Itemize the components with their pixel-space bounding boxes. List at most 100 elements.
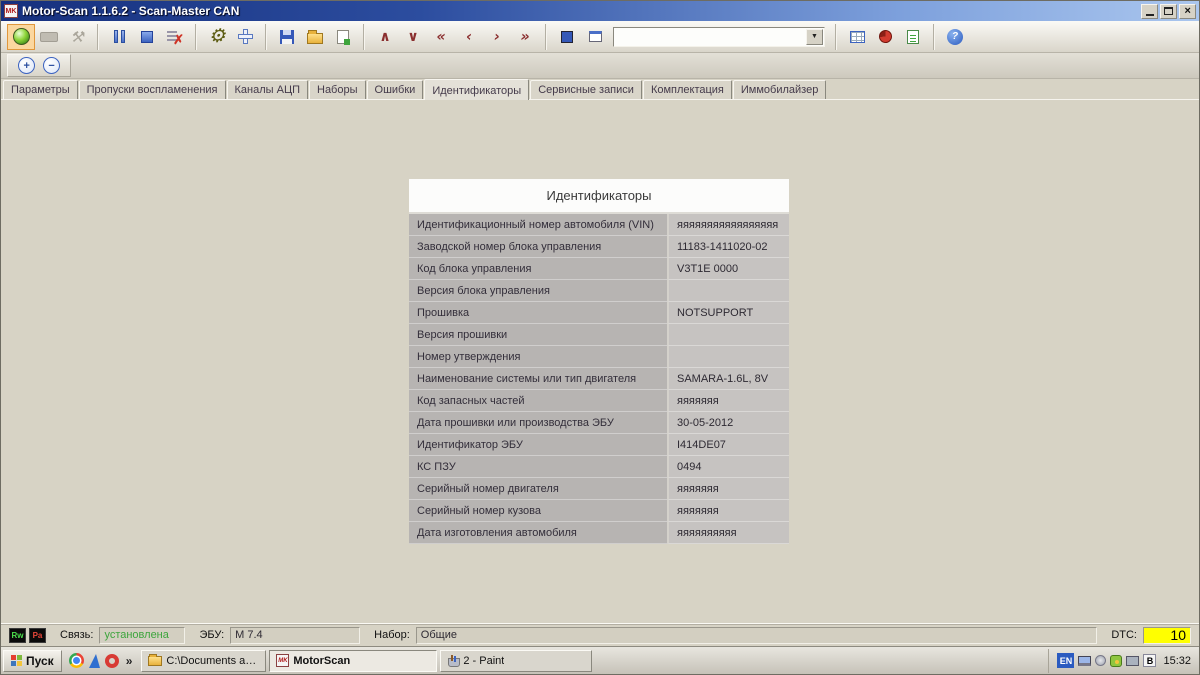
row-value: 0494 [667,456,789,478]
link-status-field: установлена [99,626,186,644]
export-icon [337,29,350,45]
save-icon [280,29,294,44]
row-value: яяяяяяяяяя [667,522,789,544]
row-label: Серийный номер двигателя [409,478,667,500]
minimize-button[interactable] [1141,3,1158,19]
open-button[interactable] [301,24,329,50]
table-row: КС ПЗУ 0494 [409,456,789,478]
arrow-prev-icon: ‹ [466,28,472,45]
tab-immobilayzer[interactable]: Иммобилайзер [732,80,827,99]
display-icon[interactable] [1126,655,1140,666]
nav-last-button[interactable]: » [511,24,539,50]
ecu-label: ЭБУ: [199,629,225,641]
folder-icon [148,653,163,666]
table-row: Дата прошивки или производства ЭБУ 30-05… [409,412,789,434]
zoom-in-button[interactable]: + [18,57,35,74]
tab-komplektaciya[interactable]: Комплектация [642,80,732,99]
tab-nabory[interactable]: Наборы [309,80,366,99]
row-label: Версия прошивки [409,324,667,346]
taskbar-item-explorer[interactable]: C:\Documents and Settin... [141,649,267,672]
content-area: Идентификаторы Идентификационный номер а… [1,100,1199,623]
settings-tools-button[interactable]: ⚒ [63,24,91,50]
nav-up-button[interactable]: ∧ [371,24,399,50]
nav-next-button[interactable]: › [483,24,511,50]
arrow-last-icon: » [520,28,530,45]
opera-icon[interactable] [104,653,119,668]
toolbar-combobox[interactable]: ▼ [613,26,825,47]
table-row: Код запасных частей яяяяяяя [409,390,789,412]
row-label: Прошивка [409,302,667,324]
link-label: Связь: [60,629,94,641]
zoom-out-button[interactable]: − [43,57,60,74]
new-window-button[interactable] [581,24,609,50]
table-row: Серийный номер двигателя яяяяяяя [409,478,789,500]
row-label: Номер утверждения [409,346,667,368]
gear-button[interactable]: ⚙ [203,24,231,50]
connect-button[interactable] [7,23,35,50]
network-icon[interactable] [1078,655,1092,666]
tab-identifikatory[interactable]: Идентификаторы [424,79,530,100]
language-indicator[interactable]: EN [1057,653,1075,668]
row-value [667,324,789,346]
taskbar-item-paint[interactable]: 2 - Paint [440,649,593,672]
plus-icon [237,29,253,44]
ecu-button-disabled[interactable] [35,24,63,50]
quick-launch-overflow-button[interactable]: » [124,654,135,668]
motorscan-icon: MK [276,654,290,667]
dtc-label: DTC: [1111,629,1137,641]
row-value: 30-05-2012 [667,412,789,434]
chart-view-button[interactable] [871,24,899,50]
keyboard-layout-indicator[interactable]: B [1143,654,1157,667]
tab-parametry[interactable]: Параметры [3,80,78,99]
report-view-button[interactable] [899,24,927,50]
pie-chart-icon [878,30,892,43]
table-row: Версия прошивки [409,324,789,346]
record-save-button[interactable] [553,24,581,50]
help-button[interactable]: ? [941,24,969,50]
tab-oshibki[interactable]: Ошибки [366,80,424,99]
export-button[interactable] [329,24,357,50]
connect-orb-icon [12,28,30,45]
close-button[interactable]: × [1179,3,1196,19]
row-value [667,280,789,302]
minimize-icon [1145,14,1154,16]
tools-icon: ⚒ [70,28,84,46]
table-row: Серийный номер кузова яяяяяяя [409,500,789,522]
save-button[interactable] [273,24,301,50]
start-button[interactable]: Пуск [3,649,62,672]
toolbar-separator [265,23,267,50]
add-button[interactable] [231,24,259,50]
table-view-button[interactable] [843,24,871,50]
taskbar-item-motorscan[interactable]: MK MotorScan [269,649,438,672]
nav-down-button[interactable]: ∨ [399,24,427,50]
toolbar-separator [363,23,365,50]
maximize-icon [1164,7,1173,15]
stop-button[interactable] [133,24,161,50]
volume-icon[interactable] [1095,655,1107,666]
combobox-dropdown-button[interactable]: ▼ [806,28,823,45]
tab-propuski[interactable]: Пропуски воспламенения [78,80,226,99]
app-logo-icon: MK [4,4,18,18]
arrow-next-icon: › [494,28,500,45]
clear-list-button[interactable]: ✗ [161,24,189,50]
table-row: Идентификатор ЭБУ I414DE07 [409,434,789,456]
row-label: КС ПЗУ [409,456,667,478]
antivirus-icon[interactable] [1110,654,1123,667]
row-label: Код блока управления [409,258,667,280]
status-bar: Rw Pa Связь: установлена ЭБУ: М 7.4 Набо… [1,623,1199,646]
browser-icon[interactable] [88,653,100,668]
toolbar-separator [933,23,935,50]
tab-kanaly-acp[interactable]: Каналы АЦП [226,80,308,99]
maximize-button[interactable] [1160,3,1177,19]
windows-logo-icon [11,655,22,666]
zoom-in-icon: + [23,59,30,72]
tab-servisnye-zapisi[interactable]: Сервисные записи [530,80,642,99]
table-row: Номер утверждения [409,346,789,368]
nav-first-button[interactable]: « [427,24,455,50]
nav-prev-button[interactable]: ‹ [455,24,483,50]
paint-icon [447,654,461,667]
chrome-icon[interactable] [68,653,84,668]
row-label: Идентификационный номер автомобиля (VIN) [409,214,667,236]
pause-button[interactable] [105,24,133,50]
table-row: Заводской номер блока управления 11183-1… [409,236,789,258]
